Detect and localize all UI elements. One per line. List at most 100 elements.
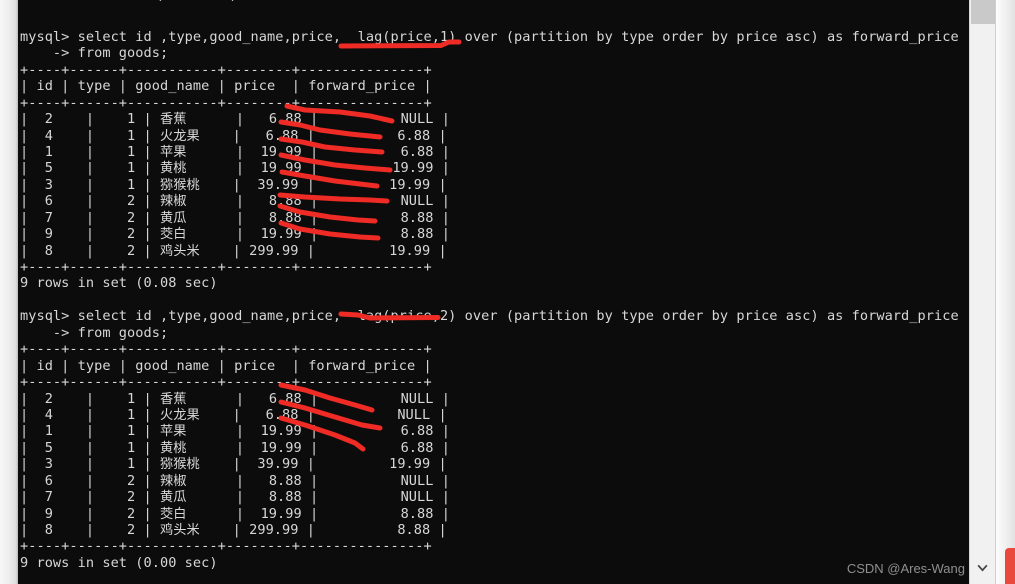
top-cut-line-wrapper: 9 rows in set (0.00 sec) [38,0,238,3]
cell-gap4: | [298,176,390,193]
cell-gap4: | [301,390,401,407]
cell-end: | [433,111,450,128]
cell-id: 2 [44,111,53,128]
cell-price: 19.99 [260,505,302,522]
cell-gap4: | [298,406,398,423]
cell-gap: | [52,160,128,177]
cell-gap3: | [186,489,269,506]
cell-forward-price: 19.99 [392,160,434,177]
cell-good-name: 辣椒 [159,194,187,210]
table-row: | 8 | 2 | 鸡头米 | 299.99 | 8.88 | [18,522,969,538]
page-right-edge [995,0,1015,584]
cell-gap2: | [135,176,160,193]
cell-gap2: | [135,390,160,407]
cell-forward-price: 6.88 [400,423,434,440]
cell-good-name: 黄桃 [159,440,187,456]
cell-prefix: | [20,209,45,226]
cell-prefix: | [20,489,45,506]
cell-gap2: | [135,127,160,144]
cell-end: | [433,439,450,456]
cell-gap3: | [199,176,258,193]
cell-id: 9 [44,505,53,522]
left-gutter [0,0,18,584]
cell-forward-price: 19.99 [389,176,431,193]
cell-price: 19.99 [260,143,302,160]
cell-gap3: | [186,193,269,210]
cell-forward-price: 6.88 [400,143,434,160]
cell-gap: | [52,456,128,473]
cell-gap: | [52,439,128,456]
cell-gap: | [52,406,128,423]
table-row: | 4 | 1 | 火龙果 | 6.88 | NULL | [18,407,969,423]
cell-id: 4 [44,406,53,423]
cell-forward-price: NULL [400,489,434,506]
cell-price: 6.88 [268,111,302,128]
cell-forward-price: 8.88 [400,209,434,226]
query-1-table-header: | id | type | good_name | price | forwar… [20,78,432,95]
cell-gap3: | [199,127,266,144]
cell-id: 7 [44,209,53,226]
cell-gap3: | [186,143,261,160]
cell-gap: | [52,505,128,522]
cell-good-name: 苹果 [159,424,187,440]
cell-end: | [433,390,450,407]
cell-gap2: | [135,456,160,473]
scrollbar-track[interactable] [969,0,995,584]
query-1-command: mysql> select id ,type,good_name,price, … [20,28,959,45]
cell-gap2: | [135,505,160,522]
cell-gap4: | [301,439,401,456]
cell-gap2: | [135,143,160,160]
cell-price: 8.88 [268,193,302,210]
table-row: | 6 | 2 | 辣椒 | 8.88 | NULL | [18,473,969,489]
cell-prefix: | [20,505,45,522]
cell-gap3: | [186,160,261,177]
cell-good-name: 鸡头米 [159,243,200,259]
table-row: | 5 | 1 | 黄桃 | 19.99 | 6.88 | [18,440,969,456]
cell-gap3: | [186,472,269,489]
cell-end: | [430,456,447,473]
cell-forward-price: NULL [400,193,434,210]
scrollbar-thumb[interactable] [971,0,995,24]
cell-end: | [433,472,450,489]
cell-gap2: | [135,226,160,243]
cell-prefix: | [20,472,45,489]
mysql-terminal-window[interactable]: 9 rows in set (0.00 sec) mysql> select i… [18,0,969,584]
cell-id: 9 [44,226,53,243]
table-row: | 7 | 2 | 黄瓜 | 8.88 | NULL | [18,489,969,505]
cell-gap3: | [199,522,250,538]
query-1-table-top-border: +----+------+-----------+--------+------… [20,61,432,78]
query-2-status: 9 rows in set (0.00 sec) [20,554,218,571]
cell-price: 19.99 [260,226,302,243]
cell-price: 299.99 [249,522,299,538]
cell-gap3: | [186,111,269,128]
cell-good-name: 黄桃 [159,161,187,177]
cell-end: | [433,423,450,440]
cell-gap2: | [135,439,160,456]
cell-end: | [430,127,447,144]
query-2-table-header: | id | type | good_name | price | forwar… [20,357,432,374]
cell-id: 3 [44,456,53,473]
chevron-down-icon[interactable] [976,561,989,574]
cell-gap2: | [135,193,160,210]
cell-gap: | [52,489,128,506]
query-2-command: mysql> select id ,type,good_name,price, … [20,308,959,325]
cell-forward-price: 8.88 [397,522,431,538]
cell-price: 39.99 [257,456,299,473]
cell-price: 8.88 [268,209,302,226]
red-side-tab[interactable] [1005,548,1015,584]
cell-id: 8 [44,522,53,538]
cell-id: 5 [44,439,53,456]
cell-price: 39.99 [257,176,299,193]
cell-prefix: | [20,522,45,538]
scrollbar-column[interactable] [969,0,1015,584]
cell-gap3: | [199,406,266,423]
cell-forward-price: NULL [397,406,431,423]
table-row: | 9 | 2 | 茭白 | 19.99 | 8.88 | [18,506,969,522]
cell-good-name: 猕猴桃 [159,177,200,193]
cell-gap2: | [135,489,160,506]
cell-gap: | [52,209,128,226]
cell-good-name: 辣椒 [159,473,187,489]
cell-gap4: | [298,127,398,144]
cell-prefix: | [20,439,45,456]
